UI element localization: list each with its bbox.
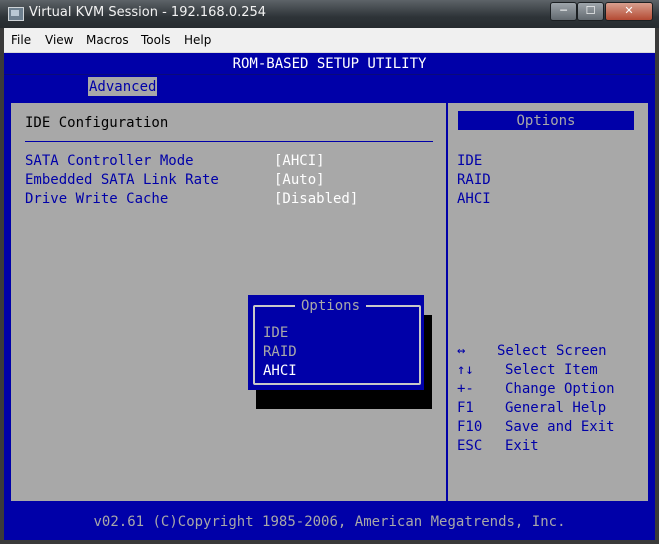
popup-option-ide[interactable]: IDE [263,325,288,341]
menu-macros[interactable]: Macros [86,33,129,47]
help-option: IDE [457,153,483,169]
setting-label-drive-write-cache[interactable]: Drive Write Cache [25,191,168,207]
menu-file[interactable]: File [11,33,31,47]
maximize-button[interactable]: ☐ [577,2,604,21]
key-hint: ESC [457,438,483,454]
key-hint-desc: Save and Exit [505,419,615,435]
popup-option-ahci[interactable]: AHCI [263,363,297,379]
setting-value-sata-mode[interactable]: [AHCI] [274,153,325,169]
key-hint: +- [457,381,474,397]
kvm-window: Virtual KVM Session - 192.168.0.254 ─ ☐ … [0,0,659,544]
setting-value-sata-link-rate[interactable]: [Auto] [274,172,325,188]
key-hint-desc: Select Screen [497,343,607,359]
key-hint-desc: Change Option [505,381,615,397]
popup-title: Options [295,298,367,314]
setting-label-sata-link-rate[interactable]: Embedded SATA Link Rate [25,172,219,188]
menu-view[interactable]: View [45,33,73,47]
key-hint: F10 [457,419,483,435]
title-bar[interactable]: Virtual KVM Session - 192.168.0.254 ─ ☐ … [0,0,659,28]
close-button[interactable]: ✕ [605,2,653,21]
app-window-icon [8,7,24,21]
key-hint: ↑↓ [457,362,474,378]
help-option: RAID [457,172,491,188]
key-hint-desc: Select Item [505,362,598,378]
bios-screen[interactable]: ROM-BASED SETUP UTILITY Advanced IDE Con… [4,53,655,540]
minimize-button[interactable]: ─ [550,2,577,21]
bios-tab-bar: Advanced [4,74,655,97]
key-hint-desc: Exit [505,438,539,454]
help-title: Options [458,111,634,130]
setting-value-drive-write-cache[interactable]: [Disabled] [274,191,358,207]
section-divider [25,141,433,142]
menu-help[interactable]: Help [184,33,211,47]
bios-footer: v02.61 (C)Copyright 1985-2006, American … [4,510,655,534]
key-hint: F1 [457,400,474,416]
section-title: IDE Configuration [25,115,169,131]
bios-main-panel: IDE Configuration SATA Controller Mode [… [9,101,650,503]
key-hint-desc: General Help [505,400,607,416]
help-panel-divider [446,103,448,501]
key-hint: ↔ [457,343,466,359]
menu-bar: File View Macros Tools Help [4,28,655,53]
setting-label-sata-mode[interactable]: SATA Controller Mode [25,153,194,169]
popup-option-raid[interactable]: RAID [263,344,297,360]
help-option: AHCI [457,191,491,207]
options-popup[interactable]: Options IDE RAID AHCI [248,295,424,390]
menu-tools[interactable]: Tools [141,33,171,47]
tab-advanced[interactable]: Advanced [88,77,158,96]
bios-header: ROM-BASED SETUP UTILITY [4,53,655,74]
window-title: Virtual KVM Session - 192.168.0.254 [29,5,267,20]
